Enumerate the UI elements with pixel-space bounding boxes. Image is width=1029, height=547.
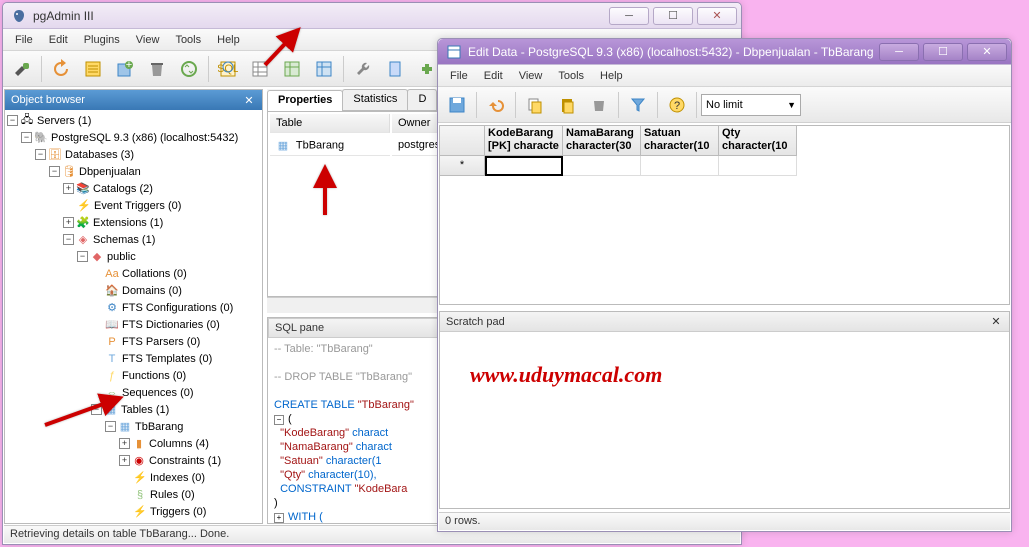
scratch-pad-panel: Scratch pad ✕ www.uduymacal.com xyxy=(439,311,1010,509)
tree-catalogs: +📚Catalogs (2) xyxy=(7,180,260,197)
undo-icon[interactable] xyxy=(481,90,511,120)
recycle-icon[interactable] xyxy=(174,54,204,84)
edit-menubar: File Edit View Tools Help xyxy=(438,65,1011,87)
svg-text:SQL: SQL xyxy=(218,63,238,75)
object-tree[interactable]: −🖧Servers (1) −🐘PostgreSQL 9.3 (x86) (lo… xyxy=(5,110,262,523)
delete-icon[interactable] xyxy=(142,54,172,84)
edit-menu-edit[interactable]: Edit xyxy=(476,68,511,84)
tree-triggers: ⚡Triggers (0) xyxy=(7,503,260,520)
cell-active[interactable] xyxy=(485,156,563,176)
tree-rules: §Rules (0) xyxy=(7,486,260,503)
edit-data-window: Edit Data - PostgreSQL 9.3 (x86) (localh… xyxy=(437,38,1012,532)
tree-databases: −🗄Databases (3) xyxy=(7,146,260,163)
object-browser-header: Object browser ✕ xyxy=(5,90,262,110)
connect-icon[interactable] xyxy=(7,54,37,84)
tree-fts-parsers: PFTS Parsers (0) xyxy=(7,333,260,350)
svg-text:?: ? xyxy=(674,100,680,112)
copy-icon[interactable] xyxy=(520,90,550,120)
maximize-button[interactable]: ☐ xyxy=(653,7,693,25)
tree-fts-templates: TFTS Templates (0) xyxy=(7,350,260,367)
scratch-pad-area[interactable]: www.uduymacal.com xyxy=(440,332,1009,508)
refresh-icon[interactable] xyxy=(46,54,76,84)
tree-dbpenjualan: −🛢Dbpenjualan xyxy=(7,163,260,180)
grid-blue-icon[interactable] xyxy=(309,54,339,84)
close-button[interactable]: ✕ xyxy=(697,7,737,25)
edit-maximize-button[interactable]: ☐ xyxy=(923,43,963,61)
watermark-text: www.uduymacal.com xyxy=(470,362,662,388)
scratch-close-icon[interactable]: ✕ xyxy=(989,315,1003,328)
tree-servers: −🖧Servers (1) xyxy=(7,112,260,129)
tree-schemas: −◈Schemas (1) xyxy=(7,231,260,248)
properties-icon[interactable] xyxy=(78,54,108,84)
main-window-title: pgAdmin III xyxy=(33,9,605,23)
data-grid[interactable]: KodeBarang[PK] characte NamaBarangcharac… xyxy=(439,125,1010,305)
menu-file[interactable]: File xyxy=(7,32,41,48)
arrow-annotation-tree-table xyxy=(40,390,130,433)
minimize-button[interactable]: ─ xyxy=(609,7,649,25)
col-table: Table xyxy=(270,114,390,133)
pgadmin-icon xyxy=(11,8,27,24)
sql-query-icon[interactable]: SQL xyxy=(213,54,243,84)
arrow-annotation-tbbarang-row xyxy=(310,160,340,223)
tab-dependencies[interactable]: D xyxy=(407,89,437,110)
menu-view[interactable]: View xyxy=(128,32,168,48)
edit-window-title: Edit Data - PostgreSQL 9.3 (x86) (localh… xyxy=(468,45,875,59)
col-qty: Qtycharacter(10 xyxy=(719,126,797,156)
edit-toolbar: ? No limit▼ xyxy=(438,87,1011,123)
tree-extensions: +🧩Extensions (1) xyxy=(7,214,260,231)
help-icon[interactable]: ? xyxy=(662,90,692,120)
menu-edit[interactable]: Edit xyxy=(41,32,76,48)
tree-postgresql: −🐘PostgreSQL 9.3 (x86) (localhost:5432) xyxy=(7,129,260,146)
edit-menu-view[interactable]: View xyxy=(511,68,551,84)
tree-public: −◆public xyxy=(7,248,260,265)
edit-statusbar: 0 rows. xyxy=(439,512,1010,530)
tab-statistics[interactable]: Statistics xyxy=(342,89,408,110)
tab-properties[interactable]: Properties xyxy=(267,90,343,111)
edit-menu-file[interactable]: File xyxy=(442,68,476,84)
menu-tools[interactable]: Tools xyxy=(167,32,209,48)
tree-event-triggers: ⚡Event Triggers (0) xyxy=(7,197,260,214)
save-icon[interactable] xyxy=(442,90,472,120)
edit-window-icon xyxy=(446,44,462,60)
col-namabarang: NamaBarangcharacter(30 xyxy=(563,126,641,156)
edit-titlebar[interactable]: Edit Data - PostgreSQL 9.3 (x86) (localh… xyxy=(438,39,1011,65)
edit-close-button[interactable]: ✕ xyxy=(967,43,1007,61)
delete-row-icon[interactable] xyxy=(584,90,614,120)
main-titlebar[interactable]: pgAdmin III ─ ☐ ✕ xyxy=(3,3,741,29)
favorites-icon[interactable] xyxy=(380,54,410,84)
tree-fts-dict: 📖FTS Dictionaries (0) xyxy=(7,316,260,333)
tree-fts-conf: ⚙FTS Configurations (0) xyxy=(7,299,260,316)
edit-minimize-button[interactable]: ─ xyxy=(879,43,919,61)
tree-domains: 🏠Domains (0) xyxy=(7,282,260,299)
arrow-annotation-toolbar xyxy=(260,20,310,73)
paste-icon[interactable] xyxy=(552,90,582,120)
tree-indexes: ⚡Indexes (0) xyxy=(7,469,260,486)
tree-columns: +▮Columns (4) xyxy=(7,435,260,452)
svg-text:+: + xyxy=(126,59,132,71)
filter-icon[interactable] xyxy=(623,90,653,120)
object-browser-panel: Object browser ✕ −🖧Servers (1) −🐘Postgre… xyxy=(4,89,263,524)
wrench-icon[interactable] xyxy=(348,54,378,84)
close-panel-icon[interactable]: ✕ xyxy=(242,94,256,107)
col-kodebarang: KodeBarang[PK] characte xyxy=(485,126,563,156)
edit-menu-help[interactable]: Help xyxy=(592,68,631,84)
tree-collations: AaCollations (0) xyxy=(7,265,260,282)
grid-new-row[interactable]: * xyxy=(440,156,1009,176)
menu-help[interactable]: Help xyxy=(209,32,248,48)
edit-menu-tools[interactable]: Tools xyxy=(550,68,592,84)
menu-plugins[interactable]: Plugins xyxy=(76,32,128,48)
tree-constraints: +◉Constraints (1) xyxy=(7,452,260,469)
limit-combo[interactable]: No limit▼ xyxy=(701,94,801,116)
tree-functions: ƒFunctions (0) xyxy=(7,367,260,384)
new-object-icon[interactable]: + xyxy=(110,54,140,84)
col-satuan: Satuancharacter(10 xyxy=(641,126,719,156)
grid-corner xyxy=(440,126,485,156)
